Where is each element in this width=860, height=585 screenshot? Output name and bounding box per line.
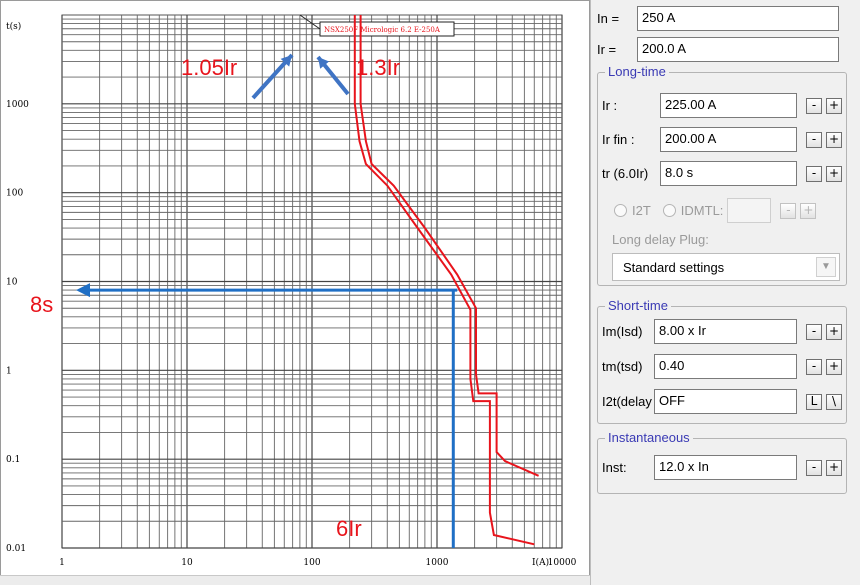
lt-tr-label: tr (6.0Ir) — [602, 166, 649, 181]
lt-ir-fin-row: Ir fin : 200.00 A - + — [602, 127, 842, 152]
y-tick-label: 0.01 — [6, 544, 26, 554]
y-tick-label: 0.1 — [6, 455, 20, 465]
chart-status-bar — [0, 575, 590, 585]
in-value-field[interactable]: 250 A — [637, 6, 839, 31]
lt-tr-plus-button[interactable]: + — [826, 165, 842, 182]
st-im-plus-button[interactable]: + — [826, 323, 842, 340]
inst-field[interactable]: 12.0 x In — [654, 455, 797, 480]
ir-row: Ir = 200.0 A — [597, 37, 839, 62]
instantaneous-legend: Instantaneous — [605, 430, 693, 445]
inst-label: Inst: — [602, 460, 627, 475]
long-time-legend: Long-time — [605, 64, 669, 79]
annotation-label: 1.05Ir — [181, 55, 237, 80]
instantaneous-group: Instantaneous Inst: 12.0 x In - + — [597, 430, 847, 494]
lt-tr-field[interactable]: 8.0 s — [660, 161, 797, 186]
st-tm-plus-button[interactable]: + — [826, 358, 842, 375]
idmtl-label: IDMTL: — [680, 203, 724, 218]
trip-curve-chart: 1 10 100 1000 10000 1000 100 10 1 0.1 0.01 I(A) t(s)… — [0, 0, 590, 585]
long-delay-plug-select[interactable]: Standard settings ▼ — [612, 253, 840, 281]
st-i2t-field[interactable]: OFF — [654, 389, 797, 414]
st-tm-minus-button[interactable]: - — [806, 358, 822, 375]
st-i2t-label: I2t(delay — [602, 394, 652, 409]
lt-ir-field[interactable]: 225.00 A — [660, 93, 797, 118]
lt-ir-fin-plus-button[interactable]: + — [826, 131, 842, 148]
idmtl-field[interactable] — [727, 198, 772, 223]
st-im-row: Im(Isd) 8.00 x Ir - + — [602, 319, 842, 344]
x-tick-label: 10000 — [548, 558, 577, 568]
lt-tr-minus-button[interactable]: - — [806, 165, 822, 182]
lt-ir-fin-minus-button[interactable]: - — [806, 131, 822, 148]
short-time-legend: Short-time — [605, 298, 671, 313]
annotation-label: 6Ir — [336, 516, 362, 541]
in-label: In = — [597, 11, 620, 26]
inst-row: Inst: 12.0 x In - + — [602, 455, 842, 480]
x-axis-label: I(A) — [532, 557, 549, 568]
ir-value-field[interactable]: 200.0 A — [637, 37, 839, 62]
y-tick-label: 10 — [6, 278, 18, 288]
lt-ir-row: Ir : 225.00 A - + — [602, 93, 842, 118]
chevron-down-icon[interactable]: ▼ — [816, 257, 836, 277]
long-delay-plug-value: Standard settings — [623, 260, 725, 275]
idmtl-plus-button[interactable]: + — [800, 202, 817, 219]
i2t-label: I2T — [632, 203, 651, 218]
st-i2t-l-button[interactable]: L — [806, 393, 822, 410]
annotation-label: 1.3Ir — [356, 55, 400, 80]
st-i2t-row: I2t(delay OFF L \ — [602, 389, 842, 414]
in-row: In = 250 A — [597, 6, 839, 31]
st-i2t-slash-button[interactable]: \ — [826, 393, 842, 410]
lt-ir-minus-button[interactable]: - — [806, 97, 822, 114]
y-axis-label: t(s) — [6, 21, 21, 32]
y-tick-label: 1000 — [6, 100, 29, 110]
st-im-minus-button[interactable]: - — [806, 323, 822, 340]
st-tm-row: tm(tsd) 0.40 - + — [602, 354, 842, 379]
annotation-label: 8s — [30, 292, 53, 317]
long-time-group: Long-time Ir : 225.00 A - + Ir fin : 200… — [597, 64, 847, 286]
st-im-label: Im(Isd) — [602, 324, 643, 339]
lt-ir-label: Ir : — [602, 98, 618, 113]
x-tick-label: 1000 — [426, 558, 449, 568]
x-tick-label: 1 — [59, 558, 65, 568]
idmtl-minus-button[interactable]: - — [780, 202, 797, 219]
i2t-radio[interactable] — [614, 204, 627, 217]
y-tick-label: 1 — [6, 366, 12, 376]
trip-curve-plot: 1 10 100 1000 10000 1000 100 10 1 0.1 0.01 I(A) t(s)… — [6, 14, 577, 568]
x-tick-label: 10 — [181, 558, 193, 568]
st-im-field[interactable]: 8.00 x Ir — [654, 319, 797, 344]
inst-plus-button[interactable]: + — [826, 459, 842, 476]
ir-label: Ir = — [597, 42, 617, 57]
long-delay-plug-label: Long delay Plug: — [612, 232, 709, 247]
short-time-group: Short-time Im(Isd) 8.00 x Ir - + tm(tsd)… — [597, 298, 847, 424]
inst-minus-button[interactable]: - — [806, 459, 822, 476]
settings-panel: In = 250 A Ir = 200.0 A Long-time Ir : 2… — [590, 0, 860, 585]
lt-ir-plus-button[interactable]: + — [826, 97, 842, 114]
lt-ir-fin-field[interactable]: 200.00 A — [660, 127, 797, 152]
st-tm-field[interactable]: 0.40 — [654, 354, 797, 379]
x-tick-label: 100 — [303, 558, 320, 568]
legend-text: NSX250F Micrologic 6.2 E-250A — [324, 26, 441, 34]
lt-ir-fin-label: Ir fin : — [602, 132, 635, 147]
st-tm-label: tm(tsd) — [602, 359, 643, 374]
curve-type-row: I2T IDMTL: - + — [614, 198, 817, 223]
y-tick-label: 100 — [6, 189, 23, 199]
lt-tr-row: tr (6.0Ir) 8.0 s - + — [602, 161, 842, 186]
idmtl-radio[interactable] — [662, 204, 676, 217]
